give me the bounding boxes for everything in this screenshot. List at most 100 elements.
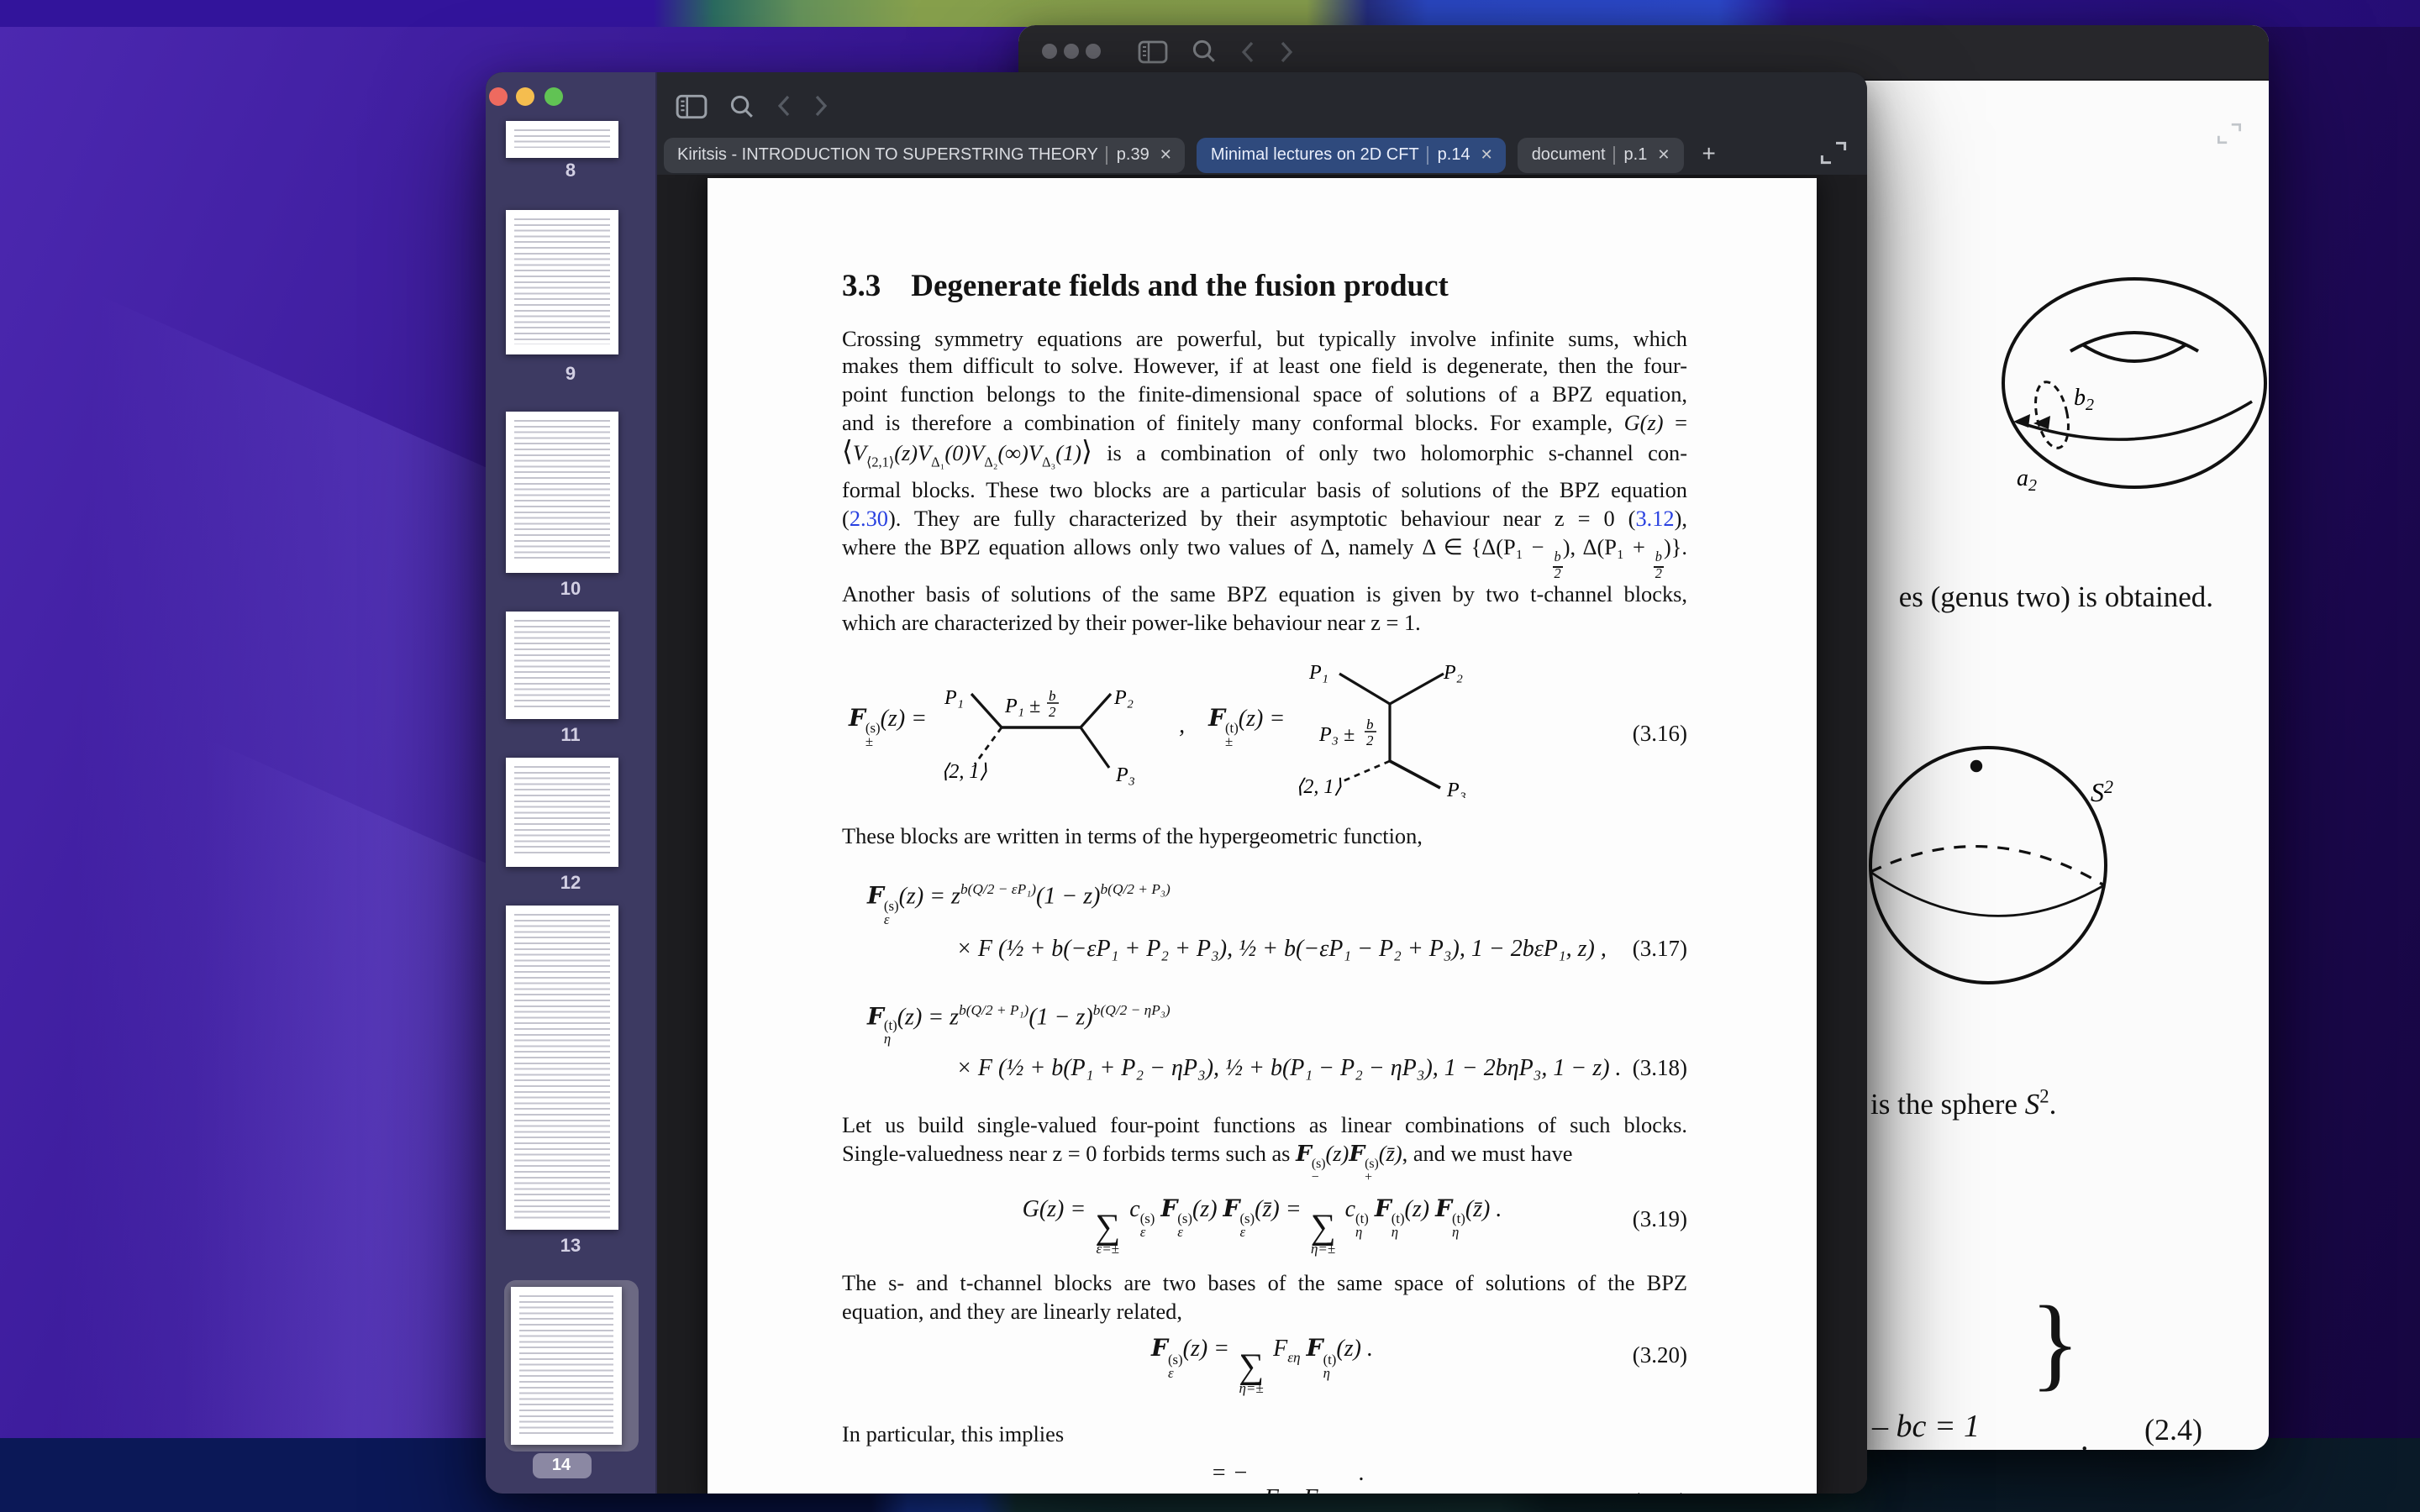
equation-number: (3.19) (1633, 1206, 1687, 1233)
torus-label-a2: a2 (2017, 465, 2037, 494)
genus-text: es (genus two) is obtained. (1899, 579, 2213, 614)
tab-kiritsis-superstring-theory[interactable]: Kiritsis - INTRODUCTION TO SUPERSTRING T… (664, 137, 1186, 172)
thumbnail-page-10[interactable] (506, 412, 618, 573)
equation-3-20: F(s)ε(z) = ∑η=± Fεη F(t)η(z) . (3.20) (708, 1336, 1817, 1394)
tab-title: Minimal lectures on 2D CFT (1211, 145, 1419, 164)
svg-text:P₃ ±: P₃ ± (1318, 724, 1354, 746)
thumbnail-selection-highlight (504, 1280, 639, 1451)
tab-close-icon[interactable]: ✕ (1160, 145, 1172, 164)
tab-title: document (1532, 145, 1606, 164)
thumbnail-label-12: 12 (486, 873, 655, 893)
equation-3-16: F(s)±(z) = P₁ P₂ P₁ ± b 2 (708, 660, 1817, 795)
new-tab-button[interactable]: + (1702, 139, 1715, 166)
wallpaper-top-strip (0, 0, 2420, 27)
s-channel-diagram: P₁ P₂ P₁ ± b 2 ⟨2, (940, 684, 1155, 788)
desktop: b2 a2 es (genus two) is obtained. S2 is … (0, 0, 2420, 1512)
text-line-math: Single-valuedness near z = 0 forbids ter… (842, 1141, 1687, 1183)
sidebar-toggle-icon[interactable] (1138, 40, 1168, 64)
back-icon[interactable] (776, 94, 792, 118)
equation-number: (3.16) (1633, 721, 1687, 748)
text-line: and is therefore a combination of finite… (842, 410, 1687, 438)
close-button[interactable] (488, 87, 507, 106)
svg-text:P₁: P₁ (1307, 662, 1328, 684)
thumbnail-label-14-badge: 14 (532, 1452, 591, 1478)
tab-separator (1614, 145, 1616, 164)
equation-number: (3.21) (1633, 1488, 1687, 1494)
text-line-math: where the BPZ equation allows only two v… (842, 533, 1687, 581)
zoom-button[interactable] (544, 87, 562, 106)
close-button-inactive[interactable] (1042, 45, 1057, 60)
paragraph-1: Crossing symmetry equations are powerful… (842, 325, 1687, 638)
text-line: formal blocks. These two blocks are a pa… (842, 477, 1687, 506)
text-line: Crossing symmetry equations are powerful… (842, 325, 1687, 354)
thumbnail-page-9[interactable] (506, 210, 618, 354)
text-line: which are characterized by their power-l… (842, 610, 1687, 638)
text-line-links: (2.30). They are fully characterized by … (842, 506, 1687, 534)
fullscreen-icon[interactable] (2217, 122, 2242, 144)
tab-page-number: p.14 (1438, 145, 1470, 164)
pdf-reader-window: 8 9 10 11 12 13 14 (486, 71, 1867, 1494)
equation-3-21: c(s)+c(s)− = − F₋₊F₋₋F₊₊F₊₋ . (3.21) (708, 1462, 1817, 1494)
reference-link[interactable]: 2.30 (850, 506, 888, 531)
svg-text:2: 2 (1048, 704, 1055, 720)
minimize-button[interactable] (516, 87, 534, 106)
thumbnail-page-13[interactable] (506, 906, 618, 1230)
traffic-lights-inactive[interactable] (1042, 45, 1107, 60)
thumbnail-page-14[interactable] (511, 1286, 622, 1444)
traffic-lights[interactable] (488, 87, 562, 106)
tab-separator (1107, 145, 1108, 164)
t-channel-diagram: P₁ P₂ P₃ ± b 2 ⟨2, (1295, 660, 1483, 798)
section-heading: 3.3Degenerate fields and the fusion prod… (842, 270, 1682, 305)
tab-page-number: p.1 (1624, 145, 1648, 164)
minimize-button-inactive[interactable] (1064, 45, 1079, 60)
svg-text:P₃: P₃ (1114, 764, 1134, 786)
reader-toolbar[interactable] (657, 71, 1867, 135)
thumbnail-page-12[interactable] (506, 758, 618, 867)
equation-3-18: F(t)η(z) = zb(Q/2 + P₁)(1 − z)b(Q/2 − ηP… (708, 1000, 1817, 1084)
tab-close-icon[interactable]: ✕ (1657, 145, 1670, 164)
tab-page-number: p.39 (1117, 145, 1150, 164)
text-line: Another basis of solutions of the same B… (842, 582, 1687, 611)
tab-separator (1428, 145, 1429, 164)
text-line: point function belongs to the finite-dim… (842, 381, 1687, 410)
search-icon[interactable] (729, 93, 755, 118)
reference-link[interactable]: 3.12 (1635, 506, 1674, 531)
thumbnail-page-11[interactable] (506, 612, 618, 719)
thumbnail-sidebar: 8 9 10 11 12 13 14 (486, 71, 657, 1494)
equation-2-4: – bc = 1 } . (2.4) (1869, 1294, 2252, 1450)
equation-number: (3.20) (1633, 1343, 1687, 1370)
tab-title: Kiritsis - INTRODUCTION TO SUPERSTRING T… (677, 145, 1098, 164)
thumbnail-label-8: 8 (486, 160, 655, 181)
sidebar-toggle-icon[interactable] (676, 93, 708, 118)
equation-3-17: F(s)ε(z) = zb(Q/2 − εP₁)(1 − z)b(Q/2 + P… (708, 880, 1817, 964)
svg-text:P₃: P₃ (1445, 780, 1465, 798)
fullscreen-icon[interactable] (1820, 140, 1847, 164)
svg-text:P₁ ±: P₁ ± (1003, 696, 1039, 717)
pdf-page-14: 3.3Degenerate fields and the fusion prod… (708, 177, 1817, 1494)
reader-main-area: Kiritsis - INTRODUCTION TO SUPERSTRING T… (657, 71, 1867, 1494)
text-line-math: ⟨V⟨2,1⟩(z)VΔ₁(0)VΔ₂(∞)VΔ₃(1)⟩ is a combi… (842, 438, 1687, 477)
svg-text:⟨2, 1⟩: ⟨2, 1⟩ (940, 761, 986, 783)
search-icon[interactable] (1192, 39, 1217, 65)
sphere-figure: S2 (1859, 737, 2141, 1002)
svg-text:P₂: P₂ (1442, 662, 1462, 684)
svg-text:⟨2, 1⟩: ⟨2, 1⟩ (1295, 776, 1341, 798)
equation-3-19: G(z) = ∑ε=± c(s)ε F(s)ε(z) F(s)ε(z̄) = ∑… (708, 1196, 1817, 1254)
thumbnail-label-11: 11 (486, 725, 655, 745)
forward-icon[interactable] (1279, 40, 1294, 64)
back-icon[interactable] (1240, 40, 1255, 64)
thumbnail-label-13: 13 (486, 1236, 655, 1256)
tab-minimal-lectures-2d-cft[interactable]: Minimal lectures on 2D CFT p.14 ✕ (1197, 137, 1507, 172)
svg-text:P₁: P₁ (943, 687, 963, 709)
svg-text:2: 2 (1365, 732, 1373, 748)
tab-document[interactable]: document p.1 ✕ (1518, 137, 1684, 172)
torus-label-b2: b2 (2074, 384, 2094, 413)
svg-text:b: b (1365, 717, 1373, 732)
zoom-button-inactive[interactable] (1086, 45, 1101, 60)
thumbnail-page-8[interactable] (506, 120, 618, 158)
document-canvas[interactable]: 3.3Degenerate fields and the fusion prod… (657, 174, 1867, 1494)
forward-icon[interactable] (813, 94, 829, 118)
text-line: makes them difficult to solve. However, … (842, 354, 1687, 382)
tab-close-icon[interactable]: ✕ (1481, 145, 1493, 164)
thumbnail-label-10: 10 (486, 579, 655, 599)
